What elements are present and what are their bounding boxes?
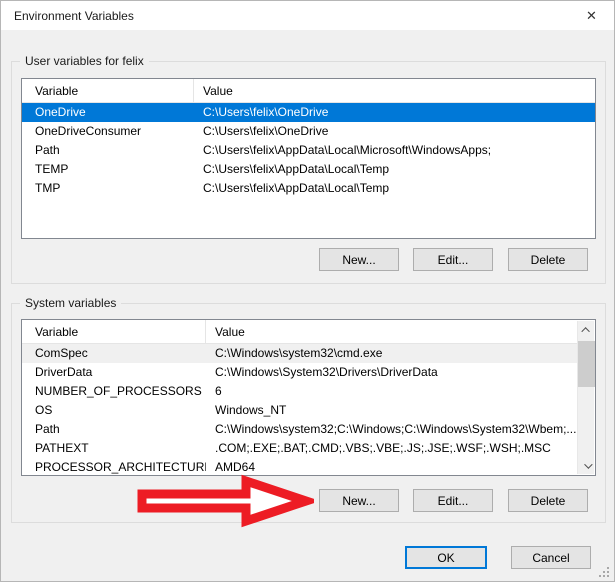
table-row-pathext[interactable]: PATHEXT .COM;.EXE;.BAT;.CMD;.VBS;.VBE;.J… <box>22 439 595 458</box>
cell-variable: OneDriveConsumer <box>22 122 194 141</box>
cell-variable: PROCESSOR_ARCHITECTURE <box>22 458 206 476</box>
table-row-comspec[interactable]: ComSpec C:\Windows\system32\cmd.exe <box>22 344 595 363</box>
cell-variable: Path <box>22 141 194 160</box>
scrollbar-thumb[interactable] <box>578 341 595 387</box>
cell-value: C:\Windows\system32;C:\Windows;C:\Window… <box>206 420 595 439</box>
table-row-tmp[interactable]: TMP C:\Users\felix\AppData\Local\Temp <box>22 179 595 198</box>
user-variables-label: User variables for felix <box>20 54 149 68</box>
cell-value: Windows_NT <box>206 401 595 420</box>
table-row-number-of-processors[interactable]: NUMBER_OF_PROCESSORS 6 <box>22 382 595 401</box>
cancel-button[interactable]: Cancel <box>511 546 591 569</box>
user-variables-table: Variable Value OneDrive C:\Users\felix\O… <box>21 78 596 239</box>
user-edit-button[interactable]: Edit... <box>413 248 493 271</box>
cell-variable: PATHEXT <box>22 439 206 458</box>
cell-variable: ComSpec <box>22 344 206 363</box>
scroll-up-icon[interactable] <box>578 321 595 338</box>
close-icon[interactable]: ✕ <box>569 1 614 30</box>
cell-value: .COM;.EXE;.BAT;.CMD;.VBS;.VBE;.JS;.JSE;.… <box>206 439 595 458</box>
table-row-path-user[interactable]: Path C:\Users\felix\AppData\Local\Micros… <box>22 141 595 160</box>
table-row-onedriveconsumer[interactable]: OneDriveConsumer C:\Users\felix\OneDrive <box>22 122 595 141</box>
cell-variable: NUMBER_OF_PROCESSORS <box>22 382 206 401</box>
cell-value: C:\Users\felix\OneDrive <box>194 122 595 141</box>
table-row-temp[interactable]: TEMP C:\Users\felix\AppData\Local\Temp <box>22 160 595 179</box>
table-row-path-system[interactable]: Path C:\Windows\system32;C:\Windows;C:\W… <box>22 420 595 439</box>
cell-value: C:\Users\felix\AppData\Local\Microsoft\W… <box>194 141 595 160</box>
table-row-onedrive[interactable]: OneDrive C:\Users\felix\OneDrive <box>22 103 595 122</box>
cell-value: C:\Users\felix\AppData\Local\Temp <box>194 160 595 179</box>
cell-value: C:\Windows\system32\cmd.exe <box>206 344 595 363</box>
system-delete-button[interactable]: Delete <box>508 489 588 512</box>
system-column-header-variable[interactable]: Variable <box>22 320 206 343</box>
window-title: Environment Variables <box>1 9 134 23</box>
table-row-driverdata[interactable]: DriverData C:\Windows\System32\Drivers\D… <box>22 363 595 382</box>
titlebar: Environment Variables ✕ <box>1 1 614 30</box>
cell-value: AMD64 <box>206 458 595 476</box>
table-row-os[interactable]: OS Windows_NT <box>22 401 595 420</box>
scroll-down-icon[interactable] <box>578 457 595 474</box>
system-new-button[interactable]: New... <box>319 489 399 512</box>
system-variables-table: Variable Value ComSpec C:\Windows\system… <box>21 319 596 476</box>
system-column-header-value[interactable]: Value <box>206 320 595 343</box>
chevron-down-icon <box>584 460 592 468</box>
system-table-header: Variable Value <box>22 320 595 344</box>
chevron-up-icon <box>581 327 589 335</box>
user-new-button[interactable]: New... <box>319 248 399 271</box>
user-column-header-value[interactable]: Value <box>194 79 595 102</box>
table-row-processor-architecture[interactable]: PROCESSOR_ARCHITECTURE AMD64 <box>22 458 595 476</box>
system-variables-label: System variables <box>20 296 121 310</box>
vertical-scrollbar[interactable] <box>577 321 594 474</box>
user-column-header-variable[interactable]: Variable <box>22 79 194 102</box>
cell-variable: DriverData <box>22 363 206 382</box>
cell-value: C:\Users\felix\OneDrive <box>194 103 595 122</box>
user-table-header: Variable Value <box>22 79 595 103</box>
cell-variable: OneDrive <box>22 103 194 122</box>
cell-value: C:\Windows\System32\Drivers\DriverData <box>206 363 595 382</box>
cell-variable: TEMP <box>22 160 194 179</box>
cell-variable: OS <box>22 401 206 420</box>
system-edit-button[interactable]: Edit... <box>413 489 493 512</box>
user-delete-button[interactable]: Delete <box>508 248 588 271</box>
resize-grip[interactable] <box>599 567 610 578</box>
cell-value: 6 <box>206 382 595 401</box>
cell-variable: Path <box>22 420 206 439</box>
cell-value: C:\Users\felix\AppData\Local\Temp <box>194 179 595 198</box>
cell-variable: TMP <box>22 179 194 198</box>
dialog-content: User variables for felix Variable Value … <box>1 30 614 581</box>
environment-variables-dialog: Environment Variables ✕ User variables f… <box>0 0 615 582</box>
ok-button[interactable]: OK <box>405 546 487 569</box>
